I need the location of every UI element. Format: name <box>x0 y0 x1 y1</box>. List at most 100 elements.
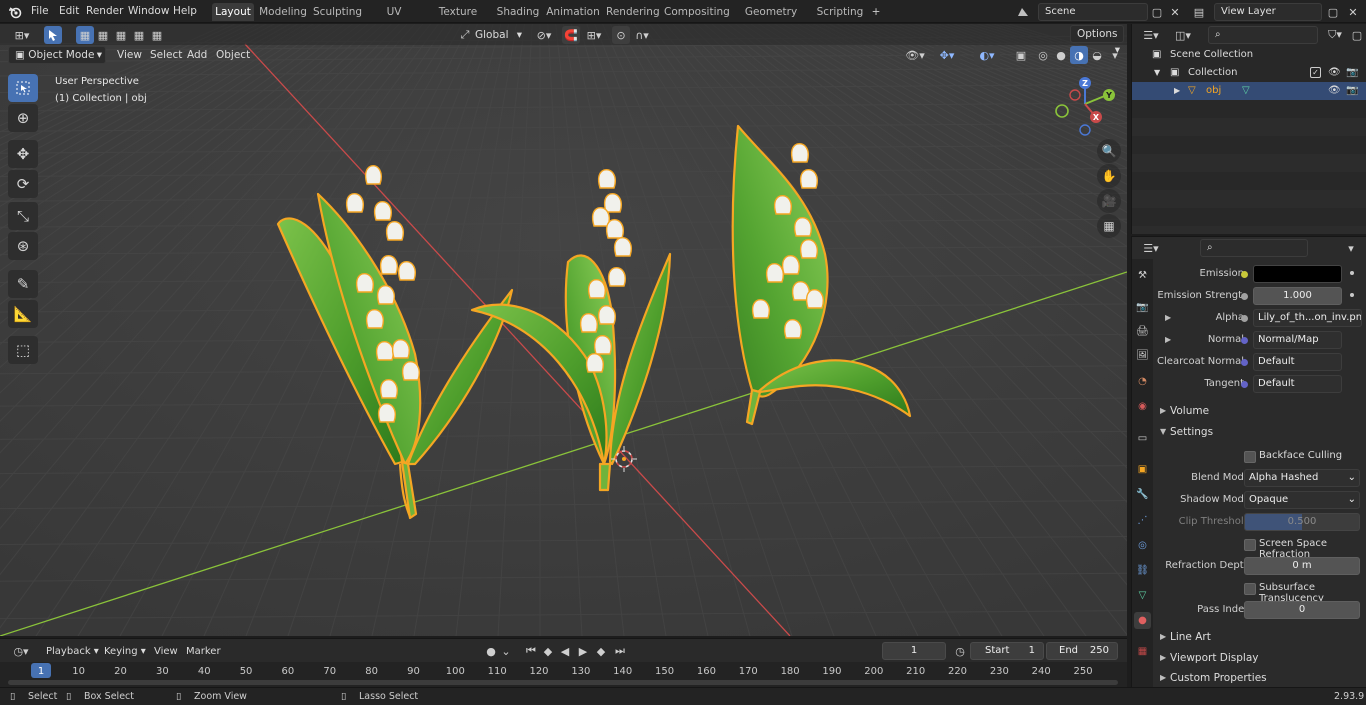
vector-socket-icon[interactable] <box>1241 381 1248 388</box>
new-scene-icon[interactable]: ▢ <box>1148 3 1166 21</box>
proportional-falloff-icon[interactable]: ∩▾ <box>630 26 654 44</box>
camera-view-icon[interactable]: 🎥 <box>1097 189 1121 213</box>
select-box-tool[interactable] <box>8 74 38 102</box>
select-tool-mode-icon[interactable] <box>44 26 62 44</box>
start-frame-field[interactable]: Start 1 <box>970 642 1044 660</box>
delete-view-layer-icon[interactable]: ✕ <box>1344 3 1362 21</box>
expand-triangle-icon[interactable]: ▼ <box>1154 64 1160 82</box>
scene-icon[interactable] <box>1014 3 1032 21</box>
proportional-edit-icon[interactable]: ⊙ <box>612 26 630 44</box>
menu-object[interactable]: Object <box>211 46 255 64</box>
tab-modeling[interactable]: Modeling <box>259 3 307 21</box>
filter-icon[interactable]: ⛉▾ <box>1322 26 1348 44</box>
delete-scene-icon[interactable]: ✕ <box>1166 3 1184 21</box>
menu-file[interactable]: File <box>26 3 54 20</box>
perspective-toggle-icon[interactable]: ▦ <box>1097 214 1121 238</box>
menu-window[interactable]: Window <box>123 3 174 20</box>
timeline-scrollbar[interactable] <box>8 680 1118 685</box>
scene-name-field[interactable]: Scene <box>1038 3 1148 21</box>
tool-tab-icon[interactable]: ⚒ <box>1134 267 1151 284</box>
play-reverse-icon[interactable]: ◀ <box>556 642 574 660</box>
3d-viewport[interactable]: Z Y X ⊞▾ ▦ ▦ ▦ ▦ ▦ ⤢ Global ▾ ⊘▾ 🧲 ⊞▾ ⊙ … <box>0 24 1127 636</box>
tab-layout[interactable]: Layout <box>212 3 254 21</box>
options-dropdown[interactable]: Options ▾ <box>1070 25 1124 56</box>
new-collection-icon[interactable]: ▢ <box>1348 26 1366 44</box>
view-layer-field[interactable]: View Layer <box>1214 3 1322 21</box>
solid-shading-icon[interactable]: ● <box>1052 46 1070 64</box>
camera-icon[interactable]: 📷 <box>1346 64 1358 82</box>
tab-texture-paint[interactable]: Texture Paint <box>427 3 489 36</box>
physics-tab-icon[interactable]: ◎ <box>1134 537 1151 554</box>
rotate-tool[interactable]: ⟳ <box>8 170 38 198</box>
outliner-editor-type-icon[interactable]: ☰▾ <box>1138 26 1164 44</box>
timeline-editor-type-icon[interactable]: ◷▾ <box>8 642 34 660</box>
visibility-selectability-icon[interactable]: 👁▾ <box>902 46 928 64</box>
pan-hand-icon[interactable]: ✋ <box>1097 164 1121 188</box>
preview-range-icon[interactable]: ◷ <box>951 642 969 660</box>
transform-tool[interactable]: ⊛ <box>8 232 38 260</box>
record-icon[interactable]: ● <box>482 642 500 660</box>
object-tab-icon[interactable]: ▣ <box>1134 461 1151 478</box>
normal-map-field[interactable]: Normal/Map <box>1253 331 1342 349</box>
eye-icon[interactable]: 👁 <box>1328 82 1341 100</box>
outliner-row-obj[interactable]: ▶ ▽ obj ▽ 👁 📷 <box>1132 82 1366 100</box>
expand-triangle-icon[interactable]: ▶ <box>1165 313 1171 322</box>
tab-scripting[interactable]: Scripting <box>816 3 864 21</box>
settings-section-header[interactable]: ▼ Settings <box>1154 422 1366 442</box>
add-workspace-button[interactable]: + <box>868 3 884 21</box>
particles-tab-icon[interactable]: ⋰ <box>1134 512 1151 529</box>
new-view-layer-icon[interactable]: ▢ <box>1324 3 1342 21</box>
add-cube-tool[interactable]: ⬚ <box>8 336 38 364</box>
object-mode-dropdown[interactable]: ▣ Object Mode ▾ <box>8 46 106 64</box>
select-intersect-icon[interactable]: ▦ <box>148 26 166 44</box>
gizmos-toggle-icon[interactable]: ✥▾ <box>934 46 960 64</box>
select-invert-icon[interactable]: ▦ <box>130 26 148 44</box>
tab-rendering[interactable]: Rendering <box>606 3 660 21</box>
exclude-checkbox[interactable]: ✓ <box>1310 67 1321 78</box>
jump-start-icon[interactable]: ⏮ <box>522 642 540 660</box>
expand-triangle-icon[interactable]: ▶ <box>1165 335 1171 344</box>
outliner-row-scene-collection[interactable]: ▣ Scene Collection <box>1132 46 1366 64</box>
backface-culling-checkbox[interactable] <box>1244 451 1256 463</box>
cursor-tool[interactable]: ⊕ <box>8 104 38 132</box>
view-layer-tab-icon[interactable]: 🖼 <box>1134 347 1151 364</box>
tangent-field[interactable]: Default <box>1253 375 1342 393</box>
shading-options-icon[interactable]: ▾ <box>1106 46 1124 64</box>
select-subtract-icon[interactable]: ▦ <box>112 26 130 44</box>
keying-menu[interactable]: Keying ▾ <box>100 643 150 660</box>
expand-triangle-icon[interactable]: ▶ <box>1174 82 1180 100</box>
volume-section-header[interactable]: ▶ Volume <box>1154 401 1366 421</box>
blend-mode-dropdown[interactable]: Alpha Hashed ⌄ <box>1244 469 1360 487</box>
xray-toggle-icon[interactable]: ▣ <box>1012 46 1030 64</box>
current-frame-field[interactable]: 1 <box>882 642 946 660</box>
keyframe-dot-icon[interactable] <box>1350 293 1354 297</box>
play-icon[interactable]: ▶ <box>574 642 592 660</box>
collection-tab-icon[interactable]: ▭ <box>1134 430 1151 447</box>
transform-orientation-dropdown[interactable]: Global ▾ <box>470 26 524 44</box>
constraints-tab-icon[interactable]: ⛓ <box>1134 562 1151 579</box>
menu-help[interactable]: Help <box>168 3 202 20</box>
tab-shading[interactable]: Shading <box>495 3 541 21</box>
properties-options-icon[interactable]: ▾ <box>1342 239 1360 257</box>
clearcoat-normal-field[interactable]: Default <box>1253 353 1342 371</box>
annotate-tool[interactable]: ✎ <box>8 270 38 298</box>
move-tool[interactable]: ✥ <box>8 140 38 168</box>
zoom-icon[interactable]: 🔍 <box>1097 139 1121 163</box>
tab-uv-editing[interactable]: UV Editing <box>367 3 421 36</box>
timeline-view-menu[interactable]: View <box>150 643 182 660</box>
pass-index-field[interactable]: 0 <box>1244 601 1360 619</box>
snap-toggle-icon[interactable]: 🧲 <box>562 26 580 44</box>
line-art-section-header[interactable]: ▶ Line Art <box>1154 627 1366 647</box>
emission-color-field[interactable] <box>1253 265 1342 283</box>
outliner-row-collection[interactable]: ▼ ▣ Collection ✓ 👁 📷 <box>1132 64 1366 82</box>
eye-icon[interactable]: 👁 <box>1328 64 1341 82</box>
camera-icon[interactable]: 📷 <box>1346 82 1358 100</box>
scale-tool[interactable]: ⤡ <box>8 202 38 230</box>
menu-view[interactable]: View <box>112 46 147 64</box>
texture-tab-icon[interactable]: ▦ <box>1134 643 1151 660</box>
menu-edit[interactable]: Edit <box>54 3 84 20</box>
overlays-toggle-icon[interactable]: ◐▾ <box>974 46 1000 64</box>
clip-threshold-slider[interactable]: 0.500 <box>1244 513 1360 531</box>
pivot-point-icon[interactable]: ⊘▾ <box>532 26 556 44</box>
alpha-texture-field[interactable]: Lily_of_th...on_inv.png <box>1253 309 1362 327</box>
